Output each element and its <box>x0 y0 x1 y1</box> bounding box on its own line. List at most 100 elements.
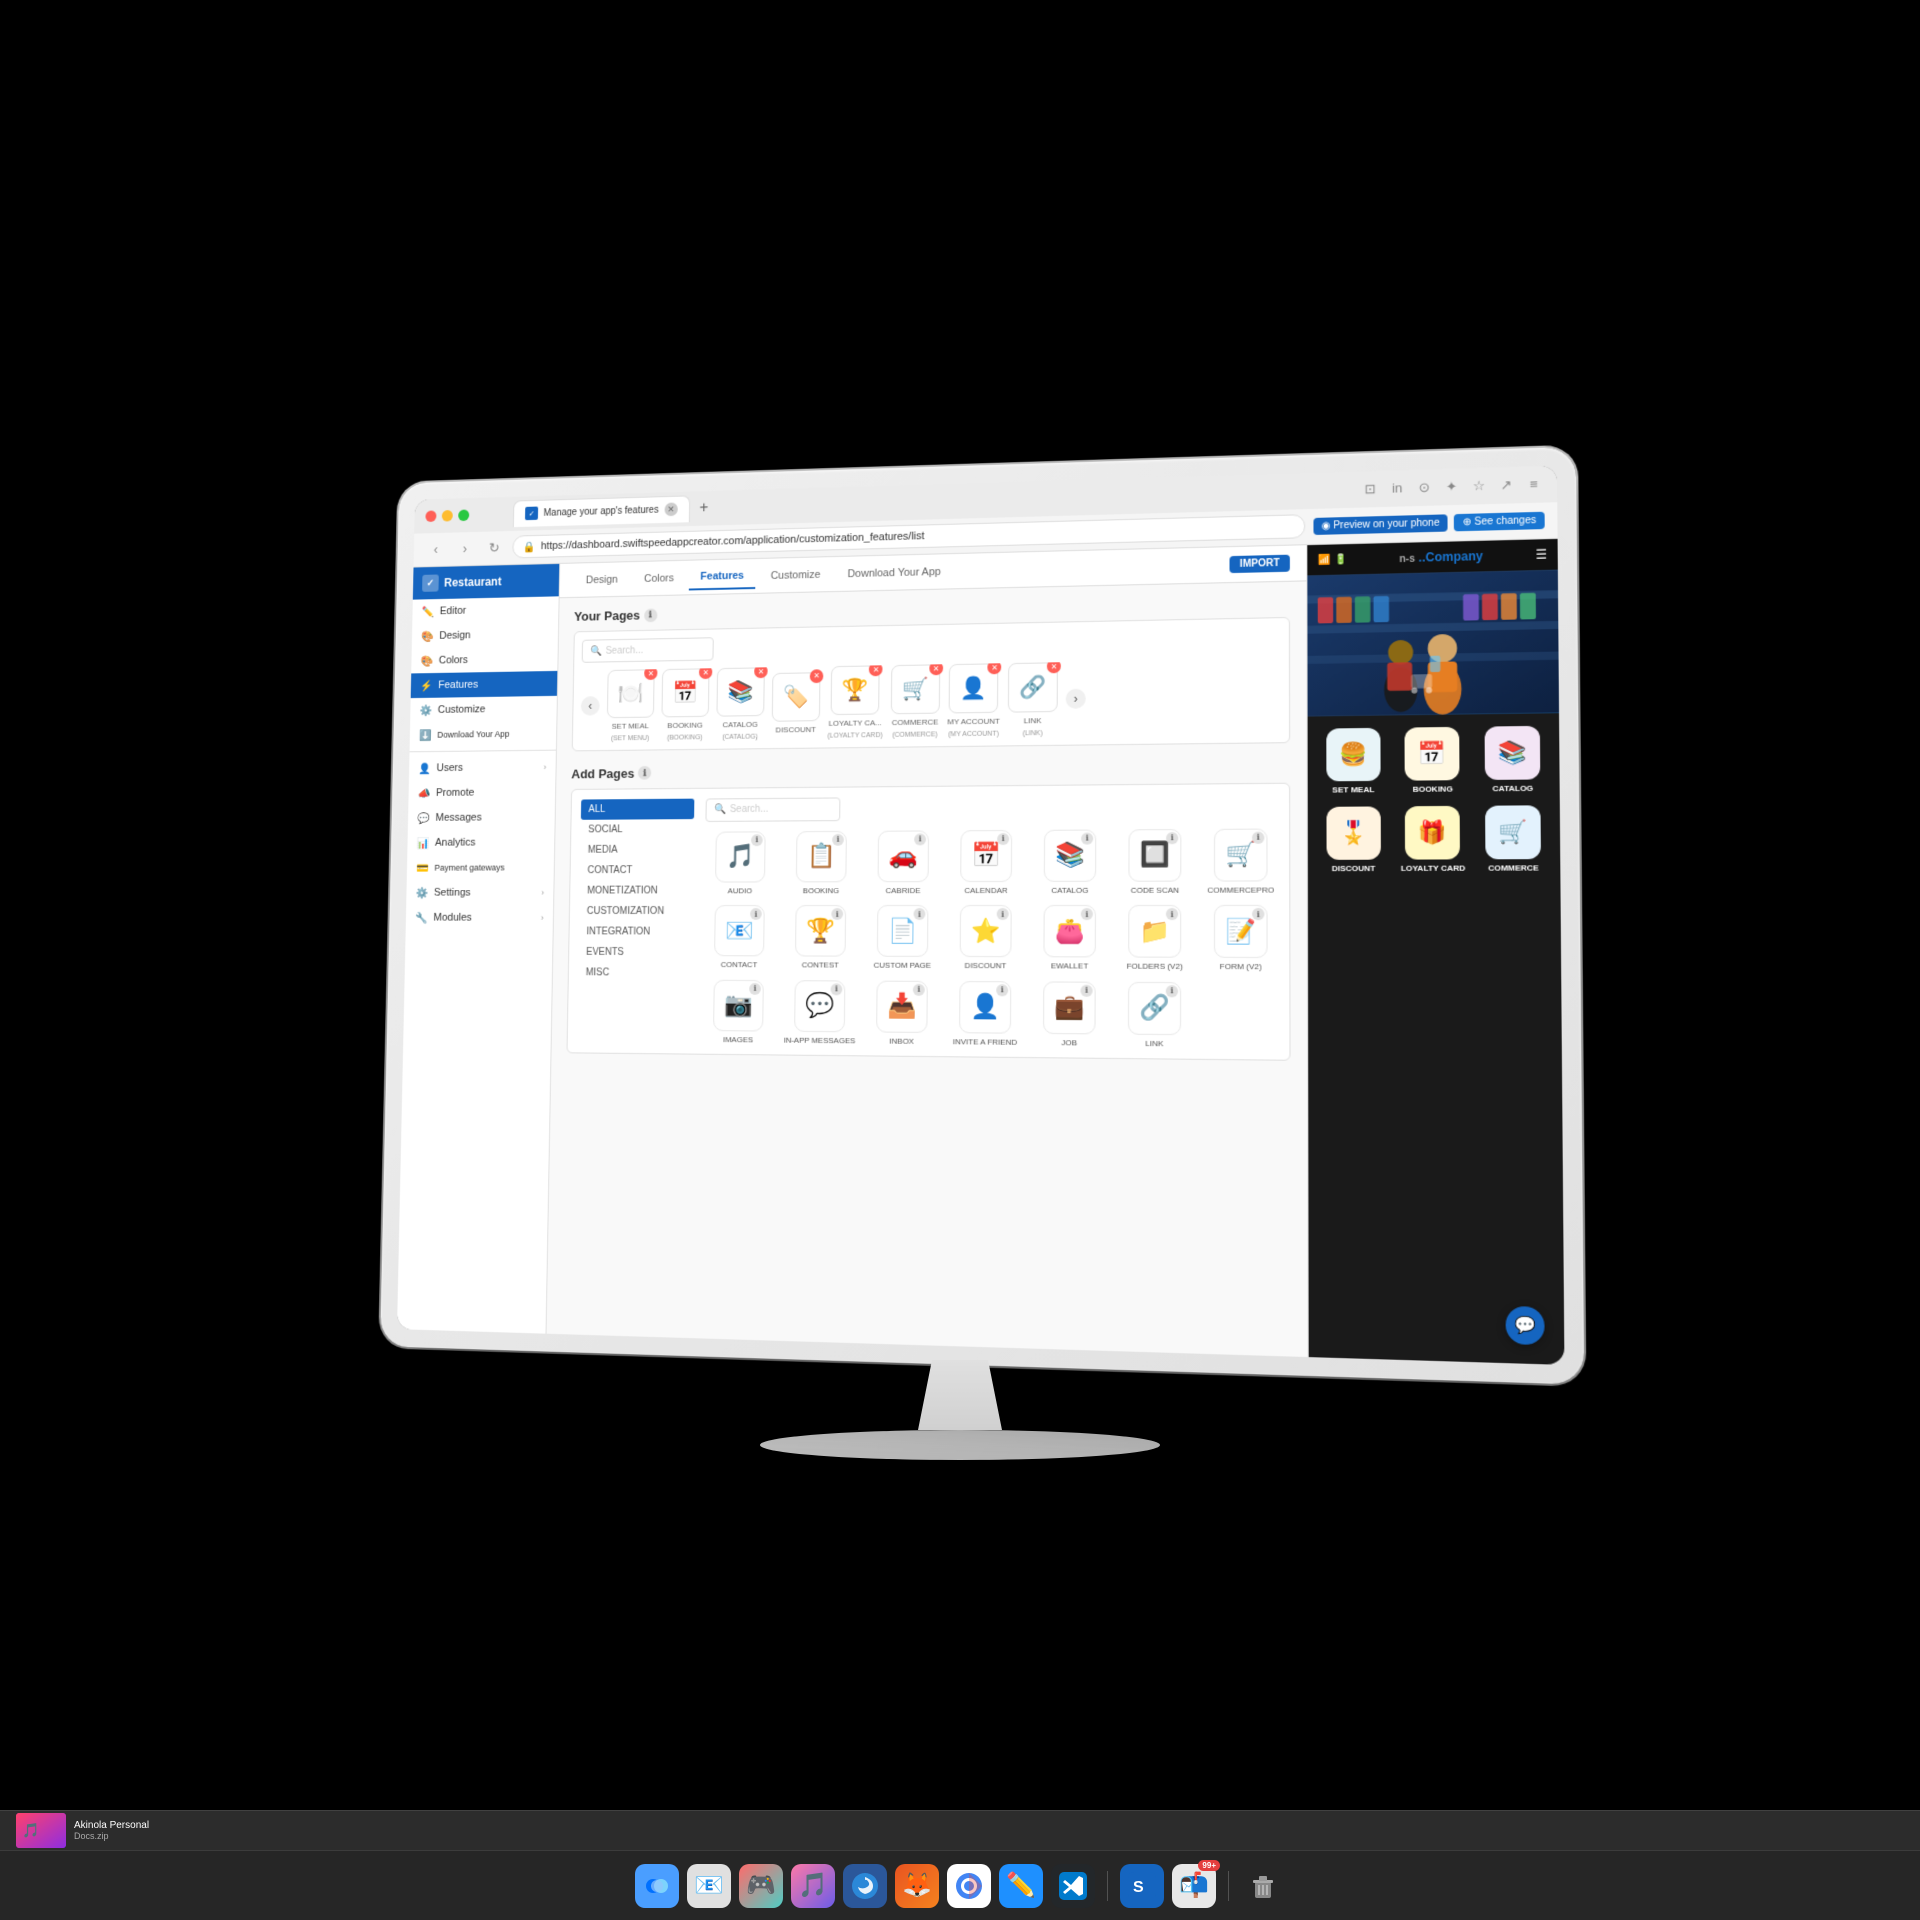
job-info[interactable]: ℹ <box>1080 984 1092 996</box>
import-button[interactable]: IMPORT <box>1230 555 1290 573</box>
preview-phone-btn[interactable]: ◉ Preview on your phone <box>1313 514 1448 535</box>
dock-trash[interactable] <box>1241 1864 1285 1908</box>
tab-customize[interactable]: Customize <box>759 562 832 587</box>
add-page-codescan[interactable]: 🔲 ℹ CODE SCAN <box>1117 829 1192 895</box>
sidebar-item-editor[interactable]: ✏️ Editor <box>412 596 558 624</box>
add-page-job[interactable]: 💼 ℹ JOB <box>1032 981 1107 1048</box>
nav-icon-1[interactable]: ⊡ <box>1360 479 1381 500</box>
page-item-link[interactable]: 🔗 ✕ LINK (LINK) <box>1008 662 1058 737</box>
folders-info[interactable]: ℹ <box>1166 908 1178 920</box>
page-item-catalog[interactable]: 📚 ✕ CATALOG (CATALOG) <box>716 667 765 740</box>
nav-icon-4[interactable]: ✦ <box>1441 476 1462 497</box>
category-contact[interactable]: CONTACT <box>580 860 694 881</box>
page-item-setmeal[interactable]: 🍽️ ✕ SET MEAL (SET MENU) <box>607 669 655 742</box>
audio-info[interactable]: ℹ <box>751 834 763 846</box>
see-changes-btn[interactable]: ⊕ See changes <box>1454 511 1544 531</box>
add-page-discount[interactable]: ⭐ ℹ DISCOUNT <box>949 905 1023 971</box>
back-btn[interactable]: ‹ <box>425 538 447 561</box>
cabride-info[interactable]: ℹ <box>914 833 926 845</box>
phone-app-commerce[interactable]: 🛒 COMMERCE <box>1479 805 1547 873</box>
add-catalog-info[interactable]: ℹ <box>1081 832 1093 844</box>
add-page-cabride[interactable]: 🚗 ℹ CABRIDE <box>867 830 940 895</box>
sidebar-item-payment[interactable]: 💳 Payment gateways <box>407 855 554 880</box>
sidebar-item-promote[interactable]: 📣 Promote <box>408 779 555 805</box>
tab-colors[interactable]: Colors <box>633 566 686 590</box>
dock-music[interactable]: 🎵 <box>791 1864 835 1908</box>
add-page-commercepro[interactable]: 🛒 ℹ COMMERCEPRO <box>1203 828 1279 895</box>
phone-app-booking[interactable]: 📅 BOOKING <box>1399 727 1466 794</box>
add-page-calendar[interactable]: 📅 ℹ CALENDAR <box>949 830 1023 896</box>
category-all[interactable]: ALL <box>581 798 695 819</box>
dock-launchpad[interactable]: 🎮 <box>739 1864 783 1908</box>
add-page-ewallet[interactable]: 👛 ℹ EWALLET <box>1032 905 1107 971</box>
myaccount-close[interactable]: ✕ <box>988 660 1002 674</box>
form-info[interactable]: ℹ <box>1252 908 1264 920</box>
nav-icon-2[interactable]: in <box>1387 478 1408 499</box>
phone-chat-bubble[interactable]: 💬 <box>1505 1306 1544 1345</box>
dock-draw[interactable]: ✏️ <box>999 1864 1043 1908</box>
your-pages-info-icon[interactable]: ℹ <box>644 608 657 622</box>
fullscreen-traffic-light[interactable] <box>458 509 469 521</box>
nav-icon-6[interactable]: ↗ <box>1496 475 1517 496</box>
add-page-invite[interactable]: 👤 ℹ INVITE A FRIEND <box>948 981 1022 1048</box>
close-traffic-light[interactable] <box>425 510 436 522</box>
add-page-folders[interactable]: 📁 ℹ FOLDERS (V2) <box>1117 905 1193 972</box>
category-events[interactable]: EVENTS <box>578 942 692 963</box>
add-page-audio[interactable]: 🎵 ℹ AUDIO <box>704 831 776 896</box>
contest-info[interactable]: ℹ <box>831 908 843 920</box>
catalog-close[interactable]: ✕ <box>754 664 768 678</box>
phone-app-loyalty[interactable]: 🎁 LOYALTY CARD <box>1399 806 1467 873</box>
discount-close[interactable]: ✕ <box>810 669 824 683</box>
add-page-contact[interactable]: 📧 ℹ CONTACT <box>703 905 775 970</box>
dock-finder[interactable] <box>635 1864 679 1908</box>
sidebar-item-features[interactable]: ⚡ Features <box>411 671 558 698</box>
custompage-info[interactable]: ℹ <box>914 908 926 920</box>
forward-btn[interactable]: › <box>454 537 476 560</box>
booking-close[interactable]: ✕ <box>699 665 712 679</box>
calendar-info[interactable]: ℹ <box>997 833 1009 845</box>
add-page-booking[interactable]: 📋 ℹ BOOKING <box>785 830 857 895</box>
loyalty-close[interactable]: ✕ <box>869 662 883 676</box>
sidebar-item-messages[interactable]: 💬 Messages <box>408 805 555 831</box>
sidebar-item-analytics[interactable]: 📊 Analytics <box>407 830 554 856</box>
sidebar-item-customize[interactable]: ⚙️ Customize <box>410 696 557 723</box>
sidebar-item-settings[interactable]: ⚙️ Settings › <box>406 880 553 905</box>
carousel-right-arrow[interactable]: › <box>1066 689 1086 709</box>
category-monetization[interactable]: MONETIZATION <box>579 880 693 901</box>
add-page-inbox[interactable]: 📥 ℹ INBOX <box>865 980 938 1046</box>
category-social[interactable]: SOCIAL <box>581 819 695 840</box>
add-page-link[interactable]: 🔗 ℹ LINK <box>1117 982 1193 1049</box>
sidebar-item-download[interactable]: ⬇️ Download Your App <box>410 721 557 748</box>
sidebar-item-modules[interactable]: 🔧 Modules › <box>406 905 554 930</box>
images-info[interactable]: ℹ <box>749 983 761 995</box>
inappmessages-info[interactable]: ℹ <box>831 983 843 995</box>
page-item-myaccount[interactable]: 👤 ✕ MY ACCOUNT (MY ACCOUNT) <box>947 663 1000 738</box>
category-media[interactable]: MEDIA <box>580 839 694 860</box>
commercepro-info[interactable]: ℹ <box>1252 831 1264 843</box>
add-pages-info-icon[interactable]: ℹ <box>638 766 651 780</box>
sidebar-item-design[interactable]: 🎨 Design <box>412 621 558 649</box>
category-integration[interactable]: INTEGRATION <box>579 921 693 942</box>
reload-btn[interactable]: ↻ <box>483 536 505 559</box>
active-browser-tab[interactable]: ✓ Manage your app's features ✕ <box>513 495 690 527</box>
add-page-custompage[interactable]: 📄 ℹ CUSTOM PAGE <box>866 905 939 971</box>
add-page-inappmessages[interactable]: 💬 ℹ IN-APP MESSAGES <box>783 980 856 1046</box>
add-page-form[interactable]: 📝 ℹ FORM (V2) <box>1203 905 1279 972</box>
tab-design[interactable]: Design <box>575 567 630 591</box>
dock-firefox[interactable]: 🦊 <box>895 1864 939 1908</box>
dock-edge[interactable] <box>843 1864 887 1908</box>
sidebar-item-colors[interactable]: 🎨 Colors <box>411 646 558 673</box>
add-page-contest[interactable]: 🏆 ℹ CONTEST <box>784 905 857 970</box>
add-link-info[interactable]: ℹ <box>1166 985 1178 997</box>
category-misc[interactable]: MISC <box>578 962 692 983</box>
dock-thunderbird[interactable]: 📬 99+ <box>1172 1864 1216 1908</box>
dock-vscode[interactable] <box>1051 1864 1095 1908</box>
page-item-loyalty[interactable]: 🏆 ✕ LOYALTY CA... (LOYALTY CARD) <box>827 665 883 739</box>
phone-app-discount[interactable]: 🎖️ DISCOUNT <box>1320 806 1387 873</box>
add-page-images[interactable]: 📷 ℹ IMAGES <box>702 980 774 1045</box>
link-close[interactable]: ✕ <box>1047 659 1061 673</box>
nav-icon-3[interactable]: ⊙ <box>1414 477 1435 498</box>
add-discount-info[interactable]: ℹ <box>997 908 1009 920</box>
page-item-discount[interactable]: 🏷️ ✕ DISCOUNT <box>772 672 821 735</box>
invite-info[interactable]: ℹ <box>996 984 1008 996</box>
